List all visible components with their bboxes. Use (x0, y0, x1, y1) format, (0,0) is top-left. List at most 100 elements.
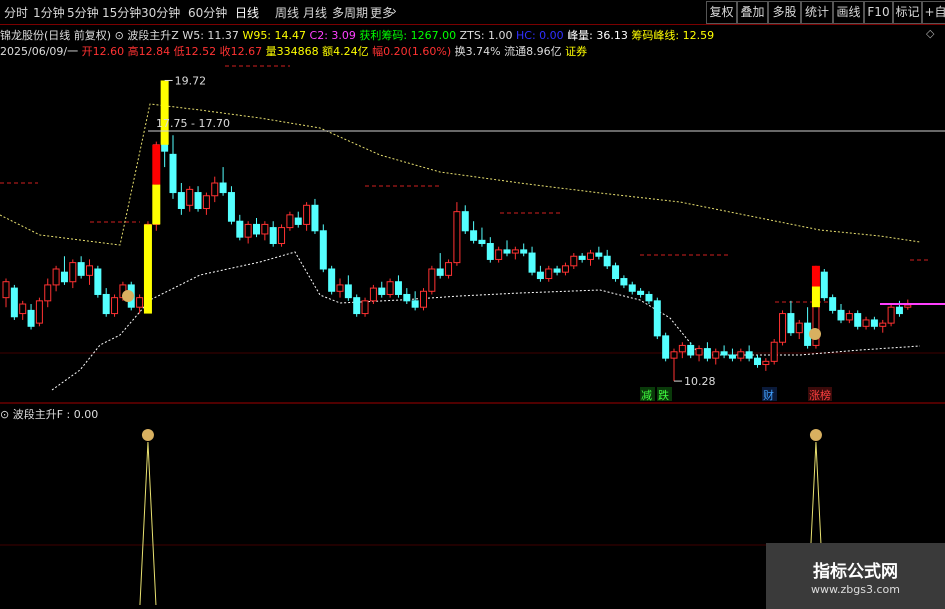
candle-body-42 (353, 297, 361, 315)
candle-body-99 (829, 297, 837, 311)
candle-body-28 (236, 220, 244, 238)
candle-body-81 (678, 344, 686, 353)
signal-bar-red-1 (152, 144, 161, 185)
watermark-url: www.zbgs3.com (811, 583, 900, 596)
candle-body-86 (720, 351, 728, 356)
candle-body-100 (837, 309, 845, 321)
candle-body-48 (403, 293, 411, 302)
candle-body-34 (286, 214, 294, 229)
candle-body-55 (461, 211, 469, 232)
candle-body-3 (27, 309, 35, 327)
candle-body-52 (436, 268, 444, 276)
candle-body-98 (820, 271, 828, 299)
candle-body-68 (570, 255, 578, 267)
candle-body-2 (19, 303, 27, 315)
candle-body-40 (336, 284, 344, 292)
signal-bar-1 (152, 184, 161, 225)
candle-body-10 (86, 265, 93, 276)
sub-money-bag-icon-1 (809, 429, 822, 441)
candle-body-51 (428, 268, 436, 292)
candle-body-7 (60, 271, 68, 283)
candle-body-73 (612, 265, 620, 280)
candle-body-89 (745, 351, 753, 359)
candle-body-37 (311, 204, 319, 232)
sub-indicator-label: 波段主升F : 0.00 (12, 408, 99, 421)
candle-body-53 (445, 262, 453, 276)
candle-body-67 (561, 265, 569, 273)
candle-body-31 (261, 223, 269, 235)
sub-money-bag-icon-0 (141, 429, 154, 441)
money-bag-icon-1 (809, 328, 821, 340)
signal-bar-2 (160, 80, 169, 145)
low-label: 10.28 (684, 375, 716, 388)
candle-body-20 (169, 153, 177, 194)
candle-body-62 (520, 249, 528, 254)
candle-body-74 (620, 278, 628, 286)
candle-body-29 (244, 223, 252, 238)
candle-body-38 (319, 230, 327, 270)
candle-body-47 (394, 281, 402, 295)
candle-body-4 (35, 300, 43, 324)
candle-body-102 (854, 313, 862, 327)
candle-body-49 (411, 300, 419, 308)
candle-body-94 (787, 313, 795, 334)
candle-body-87 (728, 354, 736, 359)
watermark-title: 指标公式网 (813, 562, 898, 582)
sub-dropdown-icon[interactable]: ⊙ (0, 408, 9, 421)
watermark: 指标公式网 www.zbgs3.com (766, 543, 945, 609)
signal-bar-red-3 (811, 265, 820, 287)
candle-body-9 (77, 262, 85, 276)
candle-body-70 (587, 252, 594, 260)
candle-body-24 (202, 195, 210, 209)
candle-body-65 (545, 268, 553, 280)
candle-body-25 (211, 182, 219, 197)
candle-body-30 (253, 223, 260, 235)
candle-body-63 (528, 252, 536, 273)
candle-body-85 (712, 351, 720, 359)
kline-chart[interactable]: 19.72 17.75 - 17.70 10.28 减跌 财 涨榜 (0, 0, 945, 609)
candle-body-8 (69, 262, 77, 283)
tag-limit: 涨榜 (809, 388, 831, 402)
candle-body-26 (219, 182, 227, 194)
candle-body-60 (503, 249, 511, 254)
signal-bar-3 (811, 286, 820, 308)
candle-body-6 (52, 268, 60, 286)
candle-body-69 (578, 255, 586, 260)
candle-body-35 (294, 217, 302, 225)
candle-body-5 (44, 284, 52, 302)
candle-body-21 (177, 192, 185, 209)
candle-body-22 (186, 188, 194, 206)
candle-body-23 (194, 192, 202, 209)
candle-body-27 (227, 192, 235, 222)
tag-fall: 跌 (658, 388, 669, 402)
tag-finance: 财 (763, 388, 774, 402)
candle-body-71 (595, 252, 603, 257)
candle-body-91 (762, 360, 770, 366)
sub-spike-0 (139, 441, 157, 606)
money-bag-icon-0 (122, 290, 134, 302)
candle-body-36 (303, 204, 311, 225)
candle-body-105 (879, 322, 887, 327)
candle-body-90 (754, 357, 761, 366)
candle-body-76 (637, 290, 645, 295)
candle-body-61 (511, 249, 519, 254)
candle-body-64 (536, 271, 544, 280)
sub-panel-header: ⊙ 波段主升F : 0.00 (0, 406, 98, 422)
candle-body-44 (369, 287, 377, 302)
candle-body-13 (111, 297, 119, 315)
candle-body-103 (862, 319, 870, 327)
candle-body-41 (344, 284, 352, 299)
candle-body-108 (904, 304, 912, 308)
candle-body-84 (703, 348, 711, 359)
candle-body-79 (662, 335, 670, 359)
candle-body-45 (378, 287, 386, 295)
candle-body-107 (895, 306, 903, 315)
signal-bar-0 (143, 224, 152, 314)
candle-body-43 (361, 300, 369, 315)
candle-body-57 (478, 239, 486, 245)
candle-body-1 (10, 287, 18, 318)
candle-body-92 (770, 341, 778, 362)
candle-body-39 (328, 268, 336, 292)
candle-body-59 (495, 249, 503, 260)
high-label: 19.72 (175, 74, 207, 87)
